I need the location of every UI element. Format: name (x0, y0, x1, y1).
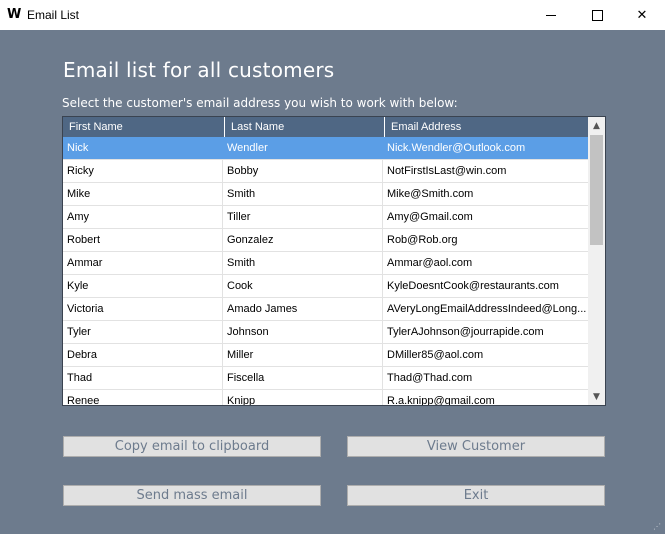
last-name-cell[interactable]: Bobby (223, 160, 383, 182)
view-customer-button[interactable]: View Customer (347, 436, 605, 457)
last-name-cell[interactable]: Cook (223, 275, 383, 297)
email-cell[interactable]: Rob@Rob.org (383, 229, 588, 251)
app-icon: W (7, 7, 22, 22)
email-cell[interactable]: Nick.Wendler@Outlook.com (383, 137, 588, 159)
last-name-cell[interactable]: Smith (223, 252, 383, 274)
email-cell[interactable]: TylerAJohnson@jourrapide.com (383, 321, 588, 343)
email-cell[interactable]: DMiller85@aol.com (383, 344, 588, 366)
scroll-up-icon[interactable]: ▲ (588, 117, 605, 134)
table-row[interactable]: Tyler Johnson TylerAJohnson@jourrapide.com (63, 321, 588, 344)
table-row[interactable]: Ricky Bobby NotFirstIsLast@win.com (63, 160, 588, 183)
table-row[interactable]: Kyle Cook KyleDoesntCook@restaurants.com (63, 275, 588, 298)
email-cell[interactable]: Amy@Gmail.com (383, 206, 588, 228)
last-name-cell[interactable]: Smith (223, 183, 383, 205)
last-name-cell[interactable]: Miller (223, 344, 383, 366)
minimize-icon (546, 14, 556, 16)
minimize-button[interactable] (528, 0, 574, 30)
email-cell[interactable]: Thad@Thad.com (383, 367, 588, 389)
close-button[interactable]: ✕ (619, 0, 665, 30)
send-mass-email-button[interactable]: Send mass email (63, 485, 321, 506)
page-title: Email list for all customers (63, 58, 335, 82)
last-name-cell[interactable]: Wendler (223, 137, 383, 159)
last-name-cell[interactable]: Tiller (223, 206, 383, 228)
last-name-cell[interactable]: Gonzalez (223, 229, 383, 251)
email-cell[interactable]: KyleDoesntCook@restaurants.com (383, 275, 588, 297)
email-cell[interactable]: NotFirstIsLast@win.com (383, 160, 588, 182)
table-row[interactable]: Nick Wendler Nick.Wendler@Outlook.com (63, 137, 588, 160)
email-cell[interactable]: R.a.knipp@gmail.com (383, 390, 588, 405)
instructions-label: Select the customer's email address you … (62, 96, 458, 110)
table-row[interactable]: Debra Miller DMiller85@aol.com (63, 344, 588, 367)
first-name-cell[interactable]: Amy (63, 206, 223, 228)
first-name-cell[interactable]: Kyle (63, 275, 223, 297)
resize-grip-icon[interactable]: ⋰ (653, 522, 663, 532)
table-row[interactable]: Thad Fiscella Thad@Thad.com (63, 367, 588, 390)
copy-email-button[interactable]: Copy email to clipboard (63, 436, 321, 457)
last-name-cell[interactable]: Knipp (223, 390, 383, 405)
first-name-cell[interactable]: Ricky (63, 160, 223, 182)
table-row[interactable]: Victoria Amado James AVeryLongEmailAddress… (63, 298, 588, 321)
column-header-email[interactable]: Email Address (384, 117, 588, 137)
table-row[interactable]: Mike Smith Mike@Smith.com (63, 183, 588, 206)
scroll-thumb[interactable] (590, 135, 603, 245)
last-name-cell[interactable]: Amado James (223, 298, 383, 320)
column-header-last-name[interactable]: Last Name (224, 117, 384, 137)
email-cell[interactable]: Mike@Smith.com (383, 183, 588, 205)
first-name-cell[interactable]: Victoria (63, 298, 223, 320)
vertical-scrollbar[interactable]: ▲ ▼ (588, 117, 605, 405)
scroll-down-icon[interactable]: ▼ (588, 388, 605, 405)
first-name-cell[interactable]: Ammar (63, 252, 223, 274)
exit-button[interactable]: Exit (347, 485, 605, 506)
first-name-cell[interactable]: Renee (63, 390, 223, 405)
grid-rows: Nick Wendler Nick.Wendler@Outlook.com Ricky… (63, 137, 588, 405)
maximize-icon (591, 9, 603, 21)
first-name-cell[interactable]: Debra (63, 344, 223, 366)
last-name-cell[interactable]: Johnson (223, 321, 383, 343)
column-header-first-name[interactable]: First Name (63, 117, 224, 137)
table-row[interactable]: Robert Gonzalez Rob@Rob.org (63, 229, 588, 252)
first-name-cell[interactable]: Thad (63, 367, 223, 389)
email-cell[interactable]: Ammar@aol.com (383, 252, 588, 274)
first-name-cell[interactable]: Robert (63, 229, 223, 251)
close-icon: ✕ (636, 7, 648, 23)
last-name-cell[interactable]: Fiscella (223, 367, 383, 389)
grid-header: First Name Last Name Email Address (63, 117, 588, 137)
table-row[interactable]: Ammar Smith Ammar@aol.com (63, 252, 588, 275)
title-bar: W Email List ✕ (0, 0, 665, 30)
table-row[interactable]: Amy Tiller Amy@Gmail.com (63, 206, 588, 229)
email-cell[interactable]: AVeryLongEmailAddressIndeed@Long... (383, 298, 588, 320)
first-name-cell[interactable]: Mike (63, 183, 223, 205)
window-title: Email List (27, 8, 80, 22)
first-name-cell[interactable]: Tyler (63, 321, 223, 343)
maximize-button[interactable] (574, 0, 620, 30)
customer-email-grid[interactable]: First Name Last Name Email Address Nick W… (62, 116, 606, 406)
first-name-cell[interactable]: Nick (63, 137, 223, 159)
table-row[interactable]: Renee Knipp R.a.knipp@gmail.com (63, 390, 588, 405)
